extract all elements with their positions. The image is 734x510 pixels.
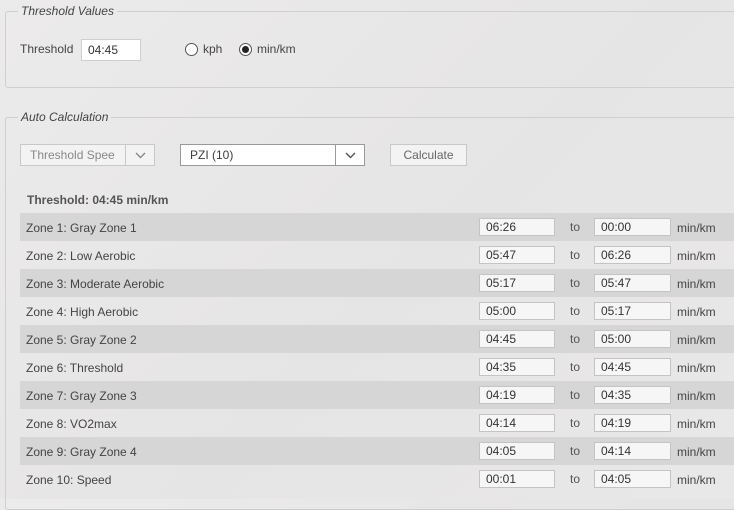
zone-to-label: to <box>570 248 581 262</box>
zone-to-input[interactable] <box>594 330 671 348</box>
zone-unit-label: min/km <box>677 473 716 487</box>
zone-row: Zone 10: Speed to min/km <box>20 465 734 493</box>
zone-row: Zone 1: Gray Zone 1 to min/km <box>20 213 734 241</box>
zone-from-input[interactable] <box>479 358 555 376</box>
zone-from-input[interactable] <box>479 442 555 460</box>
zone-from-input[interactable] <box>479 470 555 488</box>
kph-radio[interactable] <box>185 42 198 56</box>
zone-name: Zone 10: Speed <box>26 473 112 487</box>
zone-model-select[interactable]: PZI (10) <box>180 144 365 166</box>
chevron-down-icon[interactable] <box>335 145 364 165</box>
zone-row: Zone 4: High Aerobic to min/km <box>20 297 734 325</box>
zone-unit-label: min/km <box>677 305 716 319</box>
zone-name: Zone 9: Gray Zone 4 <box>26 445 137 459</box>
zone-unit-label: min/km <box>677 333 716 347</box>
zone-to-label: to <box>570 416 581 430</box>
auto-calculation-legend: Auto Calculation <box>21 110 109 124</box>
min-km-label: min/km <box>257 42 296 56</box>
zone-unit-label: min/km <box>677 389 716 403</box>
calculation-method-value: Threshold Spee <box>30 148 115 162</box>
zone-to-label: to <box>570 304 581 318</box>
zone-name: Zone 6: Threshold <box>26 361 124 375</box>
zones-table: Zone 1: Gray Zone 1tomin/kmZone 2: Low A… <box>20 213 734 493</box>
calculate-button[interactable]: Calculate <box>390 144 467 166</box>
zone-unit-label: min/km <box>677 361 716 375</box>
zone-from-input[interactable] <box>479 330 555 348</box>
zone-unit-label: min/km <box>677 221 716 235</box>
zone-to-label: to <box>570 332 581 346</box>
zone-to-input[interactable] <box>594 302 671 320</box>
unit-option-kph[interactable]: kph <box>185 42 222 56</box>
threshold-summary: Threshold: 04:45 min/km <box>27 193 169 207</box>
zone-row: Zone 2: Low Aerobic to min/km <box>20 241 734 269</box>
zone-from-input[interactable] <box>479 218 555 236</box>
zone-to-label: to <box>570 360 581 374</box>
zone-to-label: to <box>570 276 581 290</box>
zone-row: Zone 8: VO2max to min/km <box>20 409 734 437</box>
zone-name: Zone 5: Gray Zone 2 <box>26 333 137 347</box>
zone-from-input[interactable] <box>479 302 555 320</box>
zone-row: Zone 3: Moderate Aerobic to min/km <box>20 269 734 297</box>
zone-to-input[interactable] <box>594 358 671 376</box>
min-km-radio[interactable] <box>239 42 252 56</box>
zone-unit-label: min/km <box>677 445 716 459</box>
zone-to-input[interactable] <box>594 274 671 292</box>
zone-from-input[interactable] <box>479 274 555 292</box>
zone-to-input[interactable] <box>594 386 671 404</box>
zone-row: Zone 5: Gray Zone 2 to min/km <box>20 325 734 353</box>
kph-label: kph <box>203 42 223 56</box>
unit-option-min-km[interactable]: min/km <box>239 42 296 56</box>
threshold-input[interactable] <box>81 39 141 61</box>
zone-from-input[interactable] <box>479 386 555 404</box>
zone-row: Zone 7: Gray Zone 3 to min/km <box>20 381 734 409</box>
zone-row: Zone 6: Threshold to min/km <box>20 353 734 381</box>
zone-unit-label: min/km <box>677 277 716 291</box>
zone-to-input[interactable] <box>594 246 671 264</box>
zone-to-input[interactable] <box>594 414 671 432</box>
zone-from-input[interactable] <box>479 414 555 432</box>
calculation-method-select[interactable]: Threshold Spee <box>20 144 155 166</box>
chevron-down-icon[interactable] <box>125 145 154 165</box>
threshold-values-legend: Threshold Values <box>21 4 114 18</box>
zone-name: Zone 1: Gray Zone 1 <box>26 221 137 235</box>
zone-to-input[interactable] <box>594 218 671 236</box>
zone-name: Zone 7: Gray Zone 3 <box>26 389 137 403</box>
zone-name: Zone 3: Moderate Aerobic <box>26 277 165 291</box>
zone-model-value: PZI (10) <box>190 148 234 162</box>
zone-unit-label: min/km <box>677 249 716 263</box>
zone-name: Zone 4: High Aerobic <box>26 305 139 319</box>
zone-to-input[interactable] <box>594 470 671 488</box>
zone-from-input[interactable] <box>479 246 555 264</box>
zone-row: Zone 9: Gray Zone 4 to min/km <box>20 437 734 465</box>
zone-to-label: to <box>570 444 581 458</box>
zone-to-label: to <box>570 388 581 402</box>
zone-to-input[interactable] <box>594 442 671 460</box>
zone-to-label: to <box>570 220 581 234</box>
zone-to-label: to <box>570 472 581 486</box>
zone-name: Zone 8: VO2max <box>26 417 117 431</box>
zone-name: Zone 2: Low Aerobic <box>26 249 136 263</box>
zone-unit-label: min/km <box>677 417 716 431</box>
threshold-label: Threshold <box>20 42 74 56</box>
